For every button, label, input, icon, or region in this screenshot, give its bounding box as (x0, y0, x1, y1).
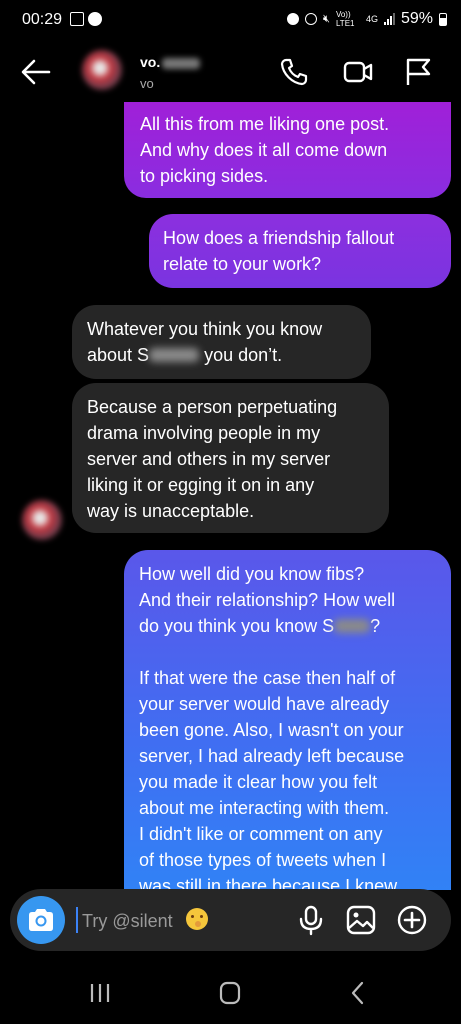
add-plus-icon[interactable] (396, 904, 428, 936)
battery-percent: 59% (400, 10, 433, 27)
chat-header: vo. vo (0, 42, 461, 102)
status-time: 00:29 (22, 11, 63, 28)
gallery-icon[interactable] (345, 904, 377, 936)
contact-avatar[interactable] (82, 50, 122, 90)
report-flag-icon[interactable] (402, 56, 434, 88)
shushing-face-emoji-icon (186, 908, 208, 930)
system-nav-bar (0, 960, 461, 1024)
network-label: Vo)) LTE1 (335, 10, 355, 28)
outgoing-message[interactable]: How well did you know fibs? And their re… (124, 550, 451, 890)
contact-username[interactable]: vo (140, 76, 154, 91)
message-thread[interactable]: All this from me liking one post. And wh… (0, 102, 461, 890)
text-cursor (76, 907, 78, 933)
incoming-message[interactable]: Whatever you think you know about S you … (72, 305, 371, 379)
microphone-icon[interactable] (295, 904, 327, 936)
message-composer (10, 889, 451, 951)
system-back-icon[interactable] (343, 980, 373, 1006)
net-type: 4G (365, 14, 378, 24)
redacted-text (149, 348, 200, 362)
sender-avatar[interactable] (22, 500, 62, 540)
battery-icon (439, 12, 447, 26)
redacted-text (334, 619, 371, 633)
mute-icon: 🔇︎ (323, 12, 330, 25)
signal-icon (383, 13, 395, 25)
status-bar: 00:29 🔇︎ Vo)) LTE1 4G 59% (0, 0, 461, 42)
camera-button[interactable] (17, 896, 65, 944)
gallery-notification-icon (70, 12, 84, 26)
video-call-icon[interactable] (342, 56, 374, 88)
phone-call-icon[interactable] (278, 56, 310, 88)
status-right: 🔇︎ Vo)) LTE1 4G 59% (287, 10, 447, 28)
incoming-message[interactable]: Because a person perpetuating drama invo… (72, 383, 389, 533)
redacted-name (162, 57, 201, 69)
clock-icon (305, 13, 318, 25)
outgoing-message[interactable]: How does a friendship fallout relate to … (149, 214, 451, 288)
alarm-icon (287, 13, 300, 25)
outgoing-message[interactable]: All this from me liking one post. And wh… (124, 102, 451, 198)
recent-apps-icon[interactable] (85, 980, 115, 1006)
account-notification-icon (88, 12, 102, 26)
home-icon[interactable] (215, 980, 245, 1006)
back-arrow-icon[interactable] (18, 54, 54, 90)
contact-name[interactable]: vo. (140, 54, 201, 70)
camera-icon (29, 909, 53, 931)
